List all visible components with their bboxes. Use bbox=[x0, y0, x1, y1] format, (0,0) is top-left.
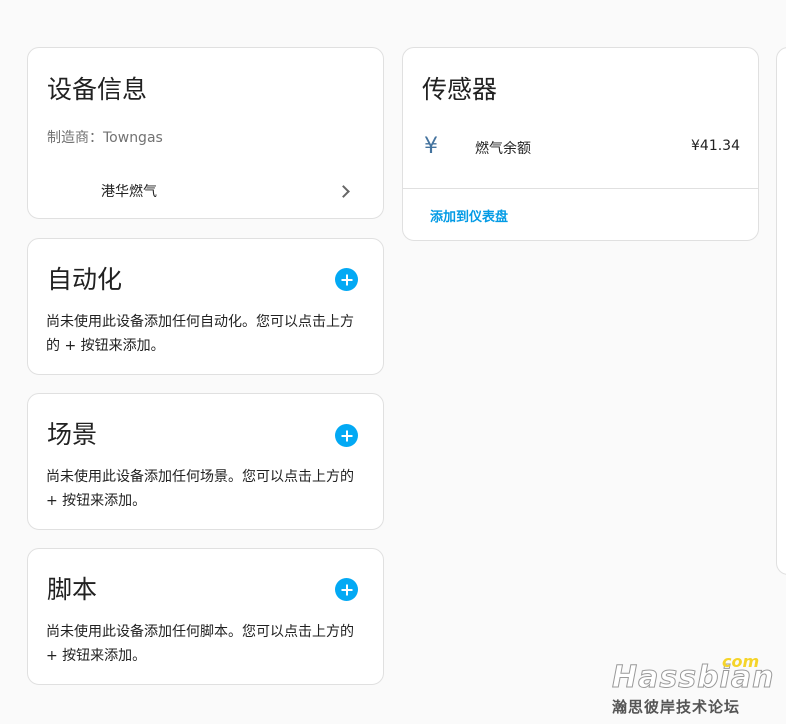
scene-title: 场景 bbox=[47, 420, 98, 449]
sensors-title: 传感器 bbox=[422, 75, 498, 104]
sensor-value: ¥41.34 bbox=[691, 138, 740, 154]
automation-description: 尚未使用此设备添加任何自动化。您可以点击上方的 + 按钮来添加。 bbox=[46, 314, 354, 354]
add-scene-button[interactable] bbox=[335, 424, 358, 447]
offscreen-card bbox=[776, 47, 786, 575]
currency-yuan-icon: ¥ bbox=[424, 134, 438, 159]
integration-row[interactable]: 港华燃气 bbox=[28, 172, 383, 210]
sensor-row[interactable]: ¥ 燃气余额 ¥41.34 bbox=[403, 128, 758, 168]
add-script-button[interactable] bbox=[335, 578, 358, 601]
script-card: 脚本 尚未使用此设备添加任何脚本。您可以点击上方的 + 按钮来添加。 bbox=[27, 548, 384, 685]
script-title: 脚本 bbox=[47, 575, 98, 604]
sensor-name: 燃气余额 bbox=[475, 141, 531, 157]
scene-description: 尚未使用此设备添加任何场景。您可以点击上方的 + 按钮来添加。 bbox=[46, 469, 354, 509]
integration-label: 港华燃气 bbox=[101, 184, 157, 200]
sensors-card: 传感器 ¥ 燃气余额 ¥41.34 添加到仪表盘 bbox=[402, 47, 759, 241]
automation-card: 自动化 尚未使用此设备添加任何自动化。您可以点击上方的 + 按钮来添加。 bbox=[27, 238, 384, 375]
scene-card: 场景 尚未使用此设备添加任何场景。您可以点击上方的 + 按钮来添加。 bbox=[27, 393, 384, 530]
divider bbox=[403, 188, 758, 189]
chevron-right-icon bbox=[337, 185, 350, 198]
script-description: 尚未使用此设备添加任何脚本。您可以点击上方的 + 按钮来添加。 bbox=[46, 624, 354, 664]
watermark-suffix: com bbox=[722, 652, 760, 671]
device-info-card: 设备信息 制造商：Towngas 港华燃气 bbox=[27, 47, 384, 219]
add-automation-button[interactable] bbox=[335, 268, 358, 291]
automation-title: 自动化 bbox=[47, 265, 123, 294]
add-to-dashboard-button[interactable]: 添加到仪表盘 bbox=[430, 206, 508, 225]
device-info-title: 设备信息 bbox=[47, 75, 148, 104]
watermark-subtitle: 瀚思彼岸技术论坛 bbox=[612, 698, 741, 716]
manufacturer-text: 制造商：Towngas bbox=[47, 130, 163, 146]
